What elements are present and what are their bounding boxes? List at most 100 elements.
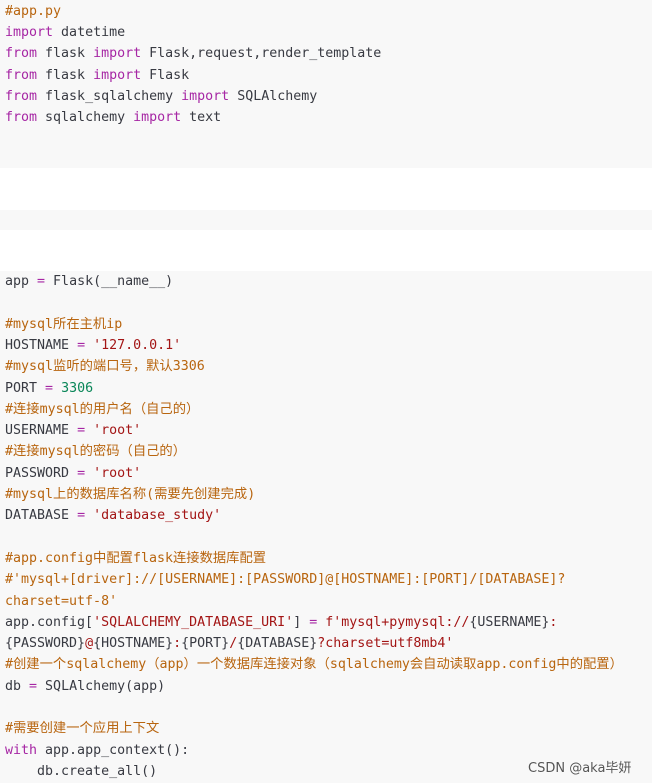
code-token: db — [5, 678, 30, 694]
code-block-config: app = Flask(__name__) #mysql所在主机ip HOSTNAM… — [0, 271, 652, 783]
code-line: #mysql监听的端口号，默认3306 — [5, 356, 205, 377]
code-token: 'database_study' — [93, 508, 222, 524]
code-line: db = SQLAlchemy(app) — [5, 676, 165, 697]
code-token: SQLAlchemy(app) — [37, 678, 166, 694]
empty-code-block — [0, 210, 652, 230]
code-token: db.create_all() — [5, 763, 158, 779]
code-token: text — [181, 110, 222, 125]
code-token: charset=utf-8' — [5, 593, 118, 609]
csdn-watermark: CSDN @aka毕妍 — [528, 761, 632, 776]
code-token: {USERNAME} — [469, 614, 550, 630]
code-token: = — [29, 678, 38, 694]
code-line: app = Flask(__name__) — [5, 271, 173, 292]
code-token: ] — [293, 614, 310, 630]
code-token: USERNAME — [5, 423, 78, 439]
code-token: = — [77, 508, 86, 524]
code-token: #需要创建一个应用上下文 — [5, 721, 160, 737]
code-token: ?charset=utf8mb4' — [317, 636, 454, 652]
code-token: flask_sqlalchemy — [37, 88, 182, 104]
code-token: from — [5, 88, 38, 104]
code-token: Flask,request,render_template — [141, 46, 382, 62]
code-line: USERNAME = 'root' — [5, 420, 141, 441]
code-token: from — [5, 46, 38, 62]
code-token: 'root' — [93, 465, 142, 481]
code-token: = — [45, 380, 54, 396]
code-line: from flask_sqlalchemy import SQLAlchemy — [5, 86, 317, 107]
code-token: 3306 — [61, 380, 94, 396]
code-block-imports: #app.py import datetime from flask import … — [0, 0, 652, 168]
code-token: 'SQLALCHEMY_DATABASE_URI' — [93, 614, 294, 630]
code-line: #app.py — [5, 1, 61, 22]
code-token: Flask — [141, 67, 190, 83]
code-token: = — [77, 337, 86, 353]
code-token: #'mysql+[driver]://[USERNAME]:[PASSWORD]… — [5, 572, 566, 588]
code-line: #'mysql+[driver]://[USERNAME]:[PASSWORD]… — [5, 569, 565, 590]
code-token: f'mysql+pymysql:// — [325, 614, 470, 630]
code-token: DATABASE — [5, 508, 78, 524]
code-token: flask — [37, 46, 94, 62]
code-line: import datetime — [5, 22, 125, 43]
code-token: 'root' — [93, 423, 142, 439]
code-token: #连接mysql的密码（自己的） — [5, 444, 187, 460]
code-token: #app.py — [5, 4, 62, 19]
code-line: #需要创建一个应用上下文 — [5, 718, 159, 739]
code-line: app.config['SQLALCHEMY_DATABASE_URI'] = … — [5, 612, 557, 633]
code-token: from — [5, 67, 38, 83]
code-token: import — [93, 46, 142, 62]
code-line: from sqlalchemy import text — [5, 107, 221, 128]
code-token: {DATABASE} — [237, 636, 318, 652]
code-token: import — [93, 67, 142, 83]
code-token: {PORT} — [181, 636, 230, 652]
code-token: SQLAlchemy — [229, 88, 318, 104]
code-token: app.app_context(): — [37, 742, 190, 758]
code-token: = — [37, 274, 46, 289]
code-token: Flask(__name__) — [45, 274, 174, 289]
code-token: import — [181, 88, 230, 104]
code-token: import — [5, 25, 54, 41]
code-token: : — [549, 614, 558, 630]
code-line: #创建一个sqlalchemy（app）一个数据库连接对象（sqlalchemy… — [5, 654, 623, 675]
code-token: datetime — [53, 25, 126, 41]
code-line: #连接mysql的用户名（自己的） — [5, 399, 199, 420]
code-token: import — [133, 110, 182, 125]
code-token: app.config[ — [5, 614, 94, 630]
code-token: {HOSTNAME} — [93, 636, 174, 652]
code-token: #mysql上的数据库名称(需要先创建完成) — [5, 487, 256, 502]
code-line: with app.app_context(): — [5, 740, 189, 761]
code-token: #mysql监听的端口号，默认3306 — [5, 359, 205, 375]
code-token: with — [5, 742, 38, 758]
code-token: = — [77, 423, 86, 439]
code-token: {PASSWORD} — [5, 636, 86, 652]
code-token: #创建一个sqlalchemy（app）一个数据库连接对象（sqlalchemy… — [5, 657, 623, 673]
code-line: #app.config中配置flask连接数据库配置 — [5, 548, 266, 569]
code-token: from — [5, 110, 38, 125]
code-token: : — [173, 636, 182, 652]
code-line: #mysql所在主机ip — [5, 314, 122, 335]
code-token: = — [77, 465, 86, 481]
code-token: #连接mysql的用户名（自己的） — [5, 401, 200, 417]
code-line: {PASSWORD}@{HOSTNAME}:{PORT}/{DATABASE}?… — [5, 633, 453, 654]
code-token: '127.0.0.1' — [93, 337, 182, 353]
code-line: #mysql上的数据库名称(需要先创建完成) — [5, 484, 255, 505]
code-line: PORT = 3306 — [5, 378, 93, 399]
code-line: #连接mysql的密码（自己的） — [5, 441, 186, 462]
code-token: @ — [85, 636, 94, 652]
code-line: PASSWORD = 'root' — [5, 463, 141, 484]
code-line: HOSTNAME = '127.0.0.1' — [5, 335, 181, 356]
code-line: charset=utf-8' — [5, 591, 117, 612]
code-token: HOSTNAME — [5, 337, 78, 353]
code-token: app — [5, 274, 38, 289]
code-token: flask — [37, 67, 94, 83]
code-token: sqlalchemy — [37, 110, 134, 125]
code-token: PORT — [5, 380, 46, 396]
code-token: PASSWORD — [5, 465, 78, 481]
code-line: db.create_all() — [5, 761, 157, 782]
code-line: from flask import Flask — [5, 65, 189, 86]
code-token: #app.config中配置flask连接数据库配置 — [5, 550, 267, 566]
code-token: #mysql所在主机ip — [5, 316, 123, 332]
